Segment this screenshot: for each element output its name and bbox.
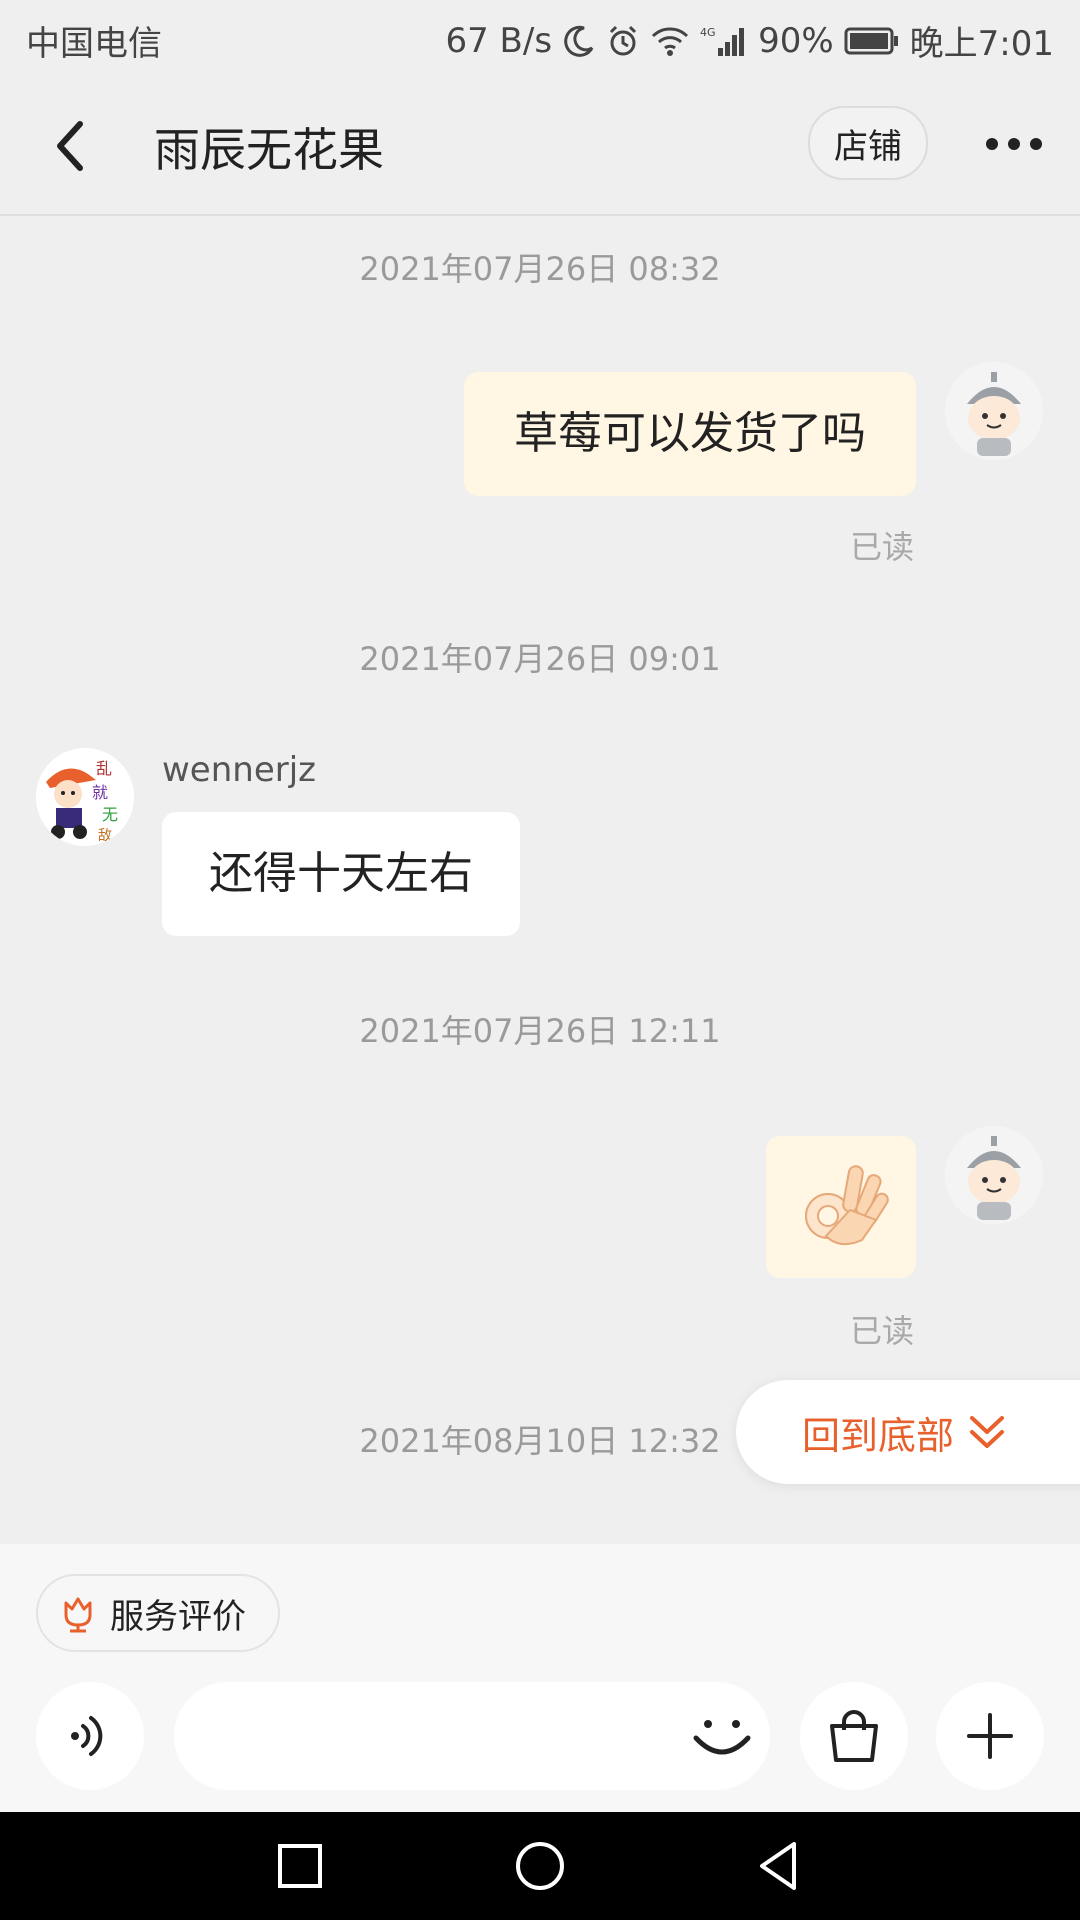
shop-button[interactable]: 店铺: [808, 106, 928, 180]
input-panel: 服务评价: [0, 1544, 1080, 1812]
my-avatar[interactable]: [945, 362, 1043, 460]
voice-icon: [71, 1716, 103, 1756]
read-status: 已读: [850, 1312, 915, 1350]
status-bar: 中国电信 67 B/s 4G 90% 晚上7:01: [0, 0, 1080, 76]
moon-icon: [562, 24, 596, 58]
message-input[interactable]: [204, 1702, 628, 1770]
system-nav-bar: [0, 1812, 1080, 1920]
back-to-bottom-button[interactable]: 回到底部: [736, 1380, 1080, 1484]
svg-text:无: 无: [102, 805, 118, 824]
battery-icon: [844, 26, 900, 56]
my-emoji-message[interactable]: [766, 1136, 916, 1278]
wifi-icon: [650, 24, 690, 58]
more-options-button[interactable]: [936, 1682, 1044, 1790]
emoji-button[interactable]: [686, 1700, 758, 1772]
triangle-back-icon: [760, 1842, 796, 1890]
nav-back-button[interactable]: [750, 1836, 810, 1896]
recents-button[interactable]: [270, 1836, 330, 1896]
carrier-name: 中国电信: [26, 24, 162, 64]
chevron-left-icon: [57, 121, 83, 171]
my-avatar[interactable]: [945, 1126, 1043, 1224]
shopping-bag-icon: [830, 1710, 878, 1762]
seller-avatar[interactable]: 乱 就 无 敌: [36, 748, 134, 846]
net-speed: 67 B/s: [445, 20, 553, 61]
alarm-icon: [606, 24, 640, 58]
message-timestamp: 2021年07月26日 09:01: [359, 640, 721, 678]
message-timestamp: 2021年07月26日 12:11: [359, 1012, 721, 1050]
service-review-button[interactable]: 服务评价: [36, 1574, 280, 1652]
status-icons: 67 B/s 4G 90% 晚上7:01: [445, 16, 1054, 65]
more-dots-icon: [986, 138, 1042, 150]
sender-name: wennerjz: [162, 750, 317, 790]
cartoon-boy-avatar-icon: 乱 就 无 敌: [36, 748, 134, 846]
more-button[interactable]: [984, 132, 1044, 156]
signal-icon: 4G: [700, 24, 748, 58]
circle-icon: [516, 1842, 564, 1890]
robot-avatar-icon: [945, 1126, 1043, 1224]
battery-percent: 90%: [758, 20, 834, 61]
voice-button[interactable]: [36, 1682, 144, 1790]
clock: 晚上7:01: [909, 24, 1054, 64]
flower-icon: [64, 1597, 92, 1633]
back-to-bottom-label: 回到底部: [802, 1413, 955, 1458]
smile-icon: [693, 1720, 751, 1755]
robot-avatar-icon: [945, 362, 1043, 460]
svg-text:就: 就: [92, 783, 108, 802]
svg-text:乱: 乱: [96, 759, 112, 778]
page-title: 雨辰无花果: [154, 123, 384, 177]
product-button[interactable]: [800, 1682, 908, 1790]
read-status: 已读: [850, 528, 915, 566]
double-chevron-down-icon: [968, 1412, 1006, 1452]
their-message-bubble[interactable]: 还得十天左右: [162, 812, 520, 936]
back-button[interactable]: [48, 116, 98, 176]
message-input-box[interactable]: [174, 1682, 770, 1790]
service-review-label: 服务评价: [110, 1596, 246, 1637]
message-timestamp: 2021年07月26日 08:32: [359, 250, 721, 288]
plus-icon: [967, 1713, 1013, 1759]
svg-text:4G: 4G: [700, 26, 716, 39]
chat-header: 雨辰无花果 店铺: [0, 76, 1080, 216]
square-icon: [278, 1844, 322, 1888]
svg-text:敌: 敌: [98, 828, 112, 844]
chat-screen: 中国电信 67 B/s 4G 90% 晚上7:01 雨辰无花果 店铺 2021年…: [0, 0, 1080, 1920]
my-message-bubble[interactable]: 草莓可以发货了吗: [464, 372, 916, 496]
ok-hand-emoji-icon: [805, 1165, 889, 1246]
home-button[interactable]: [510, 1836, 570, 1896]
